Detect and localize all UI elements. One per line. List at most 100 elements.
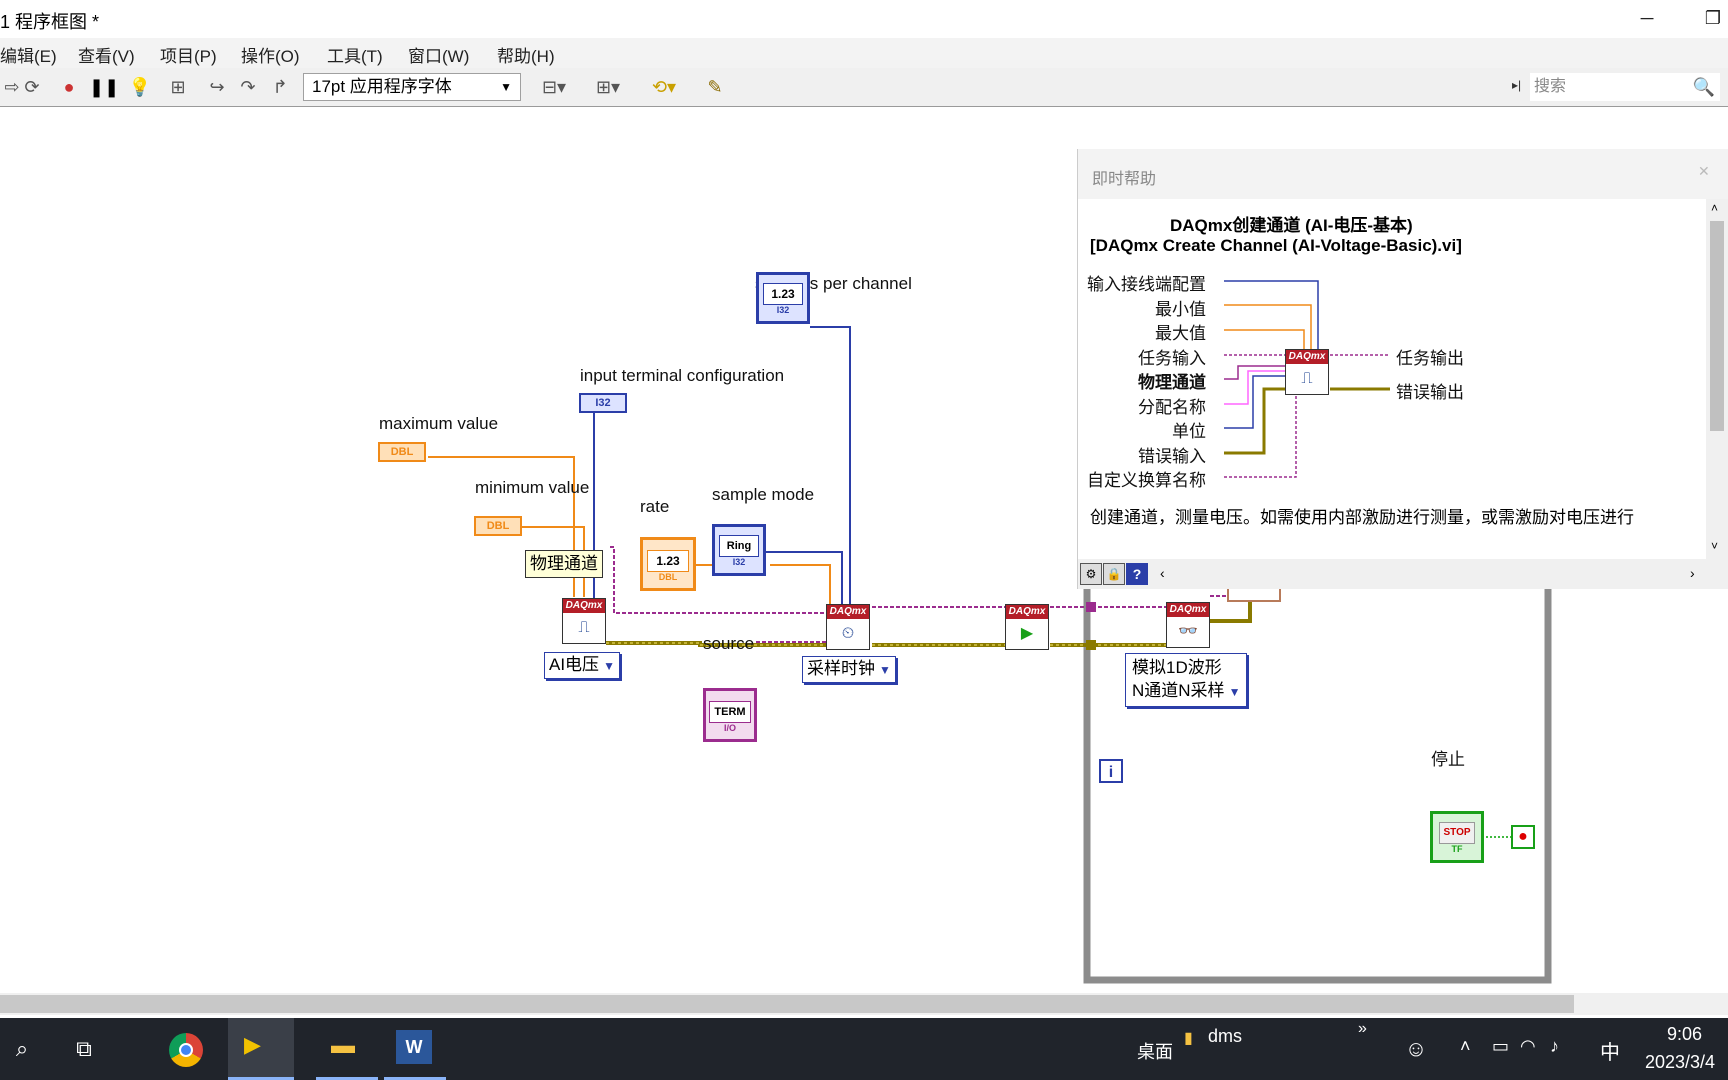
ai-voltage-selector[interactable]: AI电压 ▼ bbox=[544, 652, 620, 679]
help-vscroll-thumb[interactable] bbox=[1710, 221, 1724, 431]
help-input-6: 单位 bbox=[1172, 422, 1206, 441]
lock-icon[interactable]: 🔒 bbox=[1103, 563, 1125, 585]
highlight-execution-icon[interactable]: 💡 bbox=[128, 76, 152, 98]
read-mode-selector[interactable]: 模拟1D波形 N通道N采样 ▼ bbox=[1125, 653, 1248, 707]
align-objects-icon[interactable]: ⊟▾ bbox=[534, 76, 574, 98]
scroll-right-icon[interactable]: › bbox=[1690, 565, 1695, 581]
step-out-icon[interactable]: ↱ bbox=[268, 76, 292, 98]
clock-icon: ⏲ bbox=[841, 625, 855, 642]
daqmx-start-task-node[interactable]: DAQmx ▶ bbox=[1005, 604, 1049, 650]
help-question-icon[interactable]: ? bbox=[1126, 563, 1148, 585]
maximum-value-control[interactable]: DBL bbox=[378, 442, 426, 462]
help-output-1: 错误输出 bbox=[1396, 383, 1464, 402]
scroll-down-icon[interactable]: ˅ bbox=[1711, 539, 1718, 553]
people-icon[interactable]: ☺ bbox=[1394, 1028, 1438, 1070]
help-detailed-icon[interactable]: ⚙ bbox=[1080, 563, 1102, 585]
rate-value: 1.23 bbox=[647, 550, 689, 572]
help-vscrollbar[interactable]: ˄ ˅ bbox=[1706, 199, 1728, 559]
show-hidden-icons[interactable]: ˄ bbox=[1460, 1036, 1471, 1057]
input-terminal-config-control[interactable]: I32 bbox=[579, 393, 627, 413]
font-select-value: 17pt 应用程序字体 bbox=[312, 77, 452, 96]
menu-tools[interactable]: 工具(T) bbox=[327, 42, 383, 67]
daqmx-read-node[interactable]: DAQmx 👓 bbox=[1166, 602, 1210, 648]
help-input-1: 最小值 bbox=[1155, 300, 1206, 319]
toolbar-overflow-icon[interactable]: » bbox=[1358, 1020, 1367, 1038]
help-vi-icon: DAQmx ⎍ bbox=[1285, 349, 1329, 395]
help-input-5: 分配名称 bbox=[1138, 398, 1206, 417]
chrome-icon[interactable] bbox=[164, 1028, 208, 1070]
clock-date[interactable]: 2023/3/4 bbox=[1645, 1052, 1715, 1073]
diagram-hscroll-thumb[interactable] bbox=[0, 995, 1574, 1013]
numeric-value: 1.23 bbox=[763, 283, 803, 305]
minimum-value-control[interactable]: DBL bbox=[474, 516, 522, 536]
run-continuously-icon[interactable]: ⟳ bbox=[20, 76, 44, 98]
help-header: 即时帮助 ✕ bbox=[1078, 149, 1728, 199]
task-view-icon[interactable]: ⧉ bbox=[62, 1028, 106, 1070]
clock-time[interactable]: 9:06 bbox=[1667, 1024, 1702, 1045]
distribute-objects-icon[interactable]: ⊞▾ bbox=[588, 76, 628, 98]
reorder-icon[interactable]: ⟲▾ bbox=[644, 76, 684, 98]
minimize-button[interactable]: ─ bbox=[1632, 4, 1662, 32]
daqmx-create-channel-node[interactable]: DAQmx ⎍ bbox=[562, 598, 606, 644]
explorer-taskbar-button[interactable]: ▬ bbox=[316, 1018, 378, 1080]
search-icon[interactable]: 🔍 bbox=[1692, 76, 1716, 98]
menu-view[interactable]: 查看(V) bbox=[78, 42, 135, 67]
samples-per-channel-control[interactable]: 1.23 I32 bbox=[756, 272, 810, 324]
help-input-3: 任务输入 bbox=[1138, 349, 1206, 368]
retain-wire-values-icon[interactable]: ⊞ bbox=[166, 76, 190, 98]
label-rate: rate bbox=[640, 497, 670, 516]
desktop-toolbar-label[interactable]: 桌面 bbox=[1137, 1038, 1173, 1064]
tf-tag: TF bbox=[1451, 844, 1463, 854]
wifi-icon[interactable]: ◠ bbox=[1520, 1036, 1536, 1057]
diagram-hscrollbar[interactable] bbox=[0, 993, 1728, 1015]
volume-icon[interactable]: ♪ bbox=[1550, 1036, 1559, 1057]
help-input-8: 自定义换算名称 bbox=[1087, 471, 1206, 490]
sample-clock-selector[interactable]: 采样时钟 ▼ bbox=[802, 656, 896, 683]
ime-indicator[interactable]: 中 bbox=[1600, 1036, 1620, 1065]
menu-help[interactable]: 帮助(H) bbox=[497, 42, 555, 67]
label-sample-mode: sample mode bbox=[712, 485, 815, 504]
folder-icon: ▮ bbox=[1184, 1030, 1193, 1047]
daqmx-header: DAQmx bbox=[1167, 603, 1209, 617]
abort-icon[interactable]: ● bbox=[57, 76, 81, 98]
read-mode-line1: 模拟1D波形 bbox=[1132, 658, 1222, 677]
stop-button-control[interactable]: STOP TF bbox=[1430, 811, 1484, 863]
help-output-0: 任务输出 bbox=[1396, 349, 1464, 368]
pause-icon[interactable]: ❚❚ bbox=[89, 76, 119, 98]
menu-window[interactable]: 窗口(W) bbox=[408, 42, 469, 67]
ai-voltage-value: AI电压 bbox=[549, 655, 600, 674]
font-select[interactable]: 17pt 应用程序字体 ▼ bbox=[303, 73, 521, 101]
sample-mode-control[interactable]: Ring I32 bbox=[712, 524, 766, 576]
dms-folder-label[interactable]: dms bbox=[1208, 1026, 1242, 1047]
word-taskbar-button[interactable]: W bbox=[384, 1018, 446, 1080]
chevron-down-icon: ▼ bbox=[500, 80, 512, 94]
menu-operate[interactable]: 操作(O) bbox=[241, 42, 300, 67]
step-into-icon[interactable]: ↪ bbox=[205, 76, 229, 98]
loop-condition-icon[interactable]: ● bbox=[1511, 825, 1535, 849]
term-value: TERM bbox=[709, 701, 751, 723]
daqmx-header: DAQmx bbox=[1286, 350, 1328, 364]
rate-control[interactable]: 1.23 DBL bbox=[640, 537, 696, 591]
scroll-up-icon[interactable]: ˄ bbox=[1711, 201, 1718, 215]
loop-iteration-terminal[interactable]: i bbox=[1099, 759, 1123, 783]
source-control[interactable]: TERM I/O bbox=[703, 688, 757, 742]
scroll-left-icon[interactable]: ‹ bbox=[1160, 565, 1165, 581]
i32-tag: I32 bbox=[732, 557, 746, 567]
help-content: DAQmx创建通道 (AI-电压-基本) [DAQmx Create Chann… bbox=[1078, 199, 1706, 559]
menu-project[interactable]: 项目(P) bbox=[160, 42, 217, 67]
toolbar: ⇨ ⟳ ● ❚❚ 💡 ⊞ ↪ ↷ ↱ 17pt 应用程序字体 ▼ ⊟▾ ⊞▾ ⟲… bbox=[0, 68, 1728, 107]
cleanup-diagram-icon[interactable]: ✎ bbox=[700, 76, 730, 98]
restore-button[interactable]: ❐ bbox=[1698, 4, 1728, 32]
step-over-icon[interactable]: ↷ bbox=[236, 76, 260, 98]
physical-channel-constant[interactable]: 物理通道 bbox=[525, 550, 603, 578]
while-loop-frame bbox=[1083, 533, 1552, 984]
menu-edit[interactable]: 编辑(E) bbox=[0, 42, 57, 67]
sample-clock-value: 采样时钟 bbox=[807, 659, 875, 678]
daqmx-timing-node[interactable]: DAQmx ⏲ bbox=[826, 604, 870, 650]
search-placeholder: 搜索 bbox=[1534, 78, 1567, 95]
labview-taskbar-button[interactable]: ▶ bbox=[228, 1018, 294, 1080]
close-icon[interactable]: ✕ bbox=[1698, 163, 1710, 180]
battery-icon[interactable]: ▭ bbox=[1492, 1036, 1509, 1057]
help-input-0: 输入接线端配置 bbox=[1087, 275, 1206, 294]
search-icon[interactable]: ⌕ bbox=[0, 1028, 44, 1070]
